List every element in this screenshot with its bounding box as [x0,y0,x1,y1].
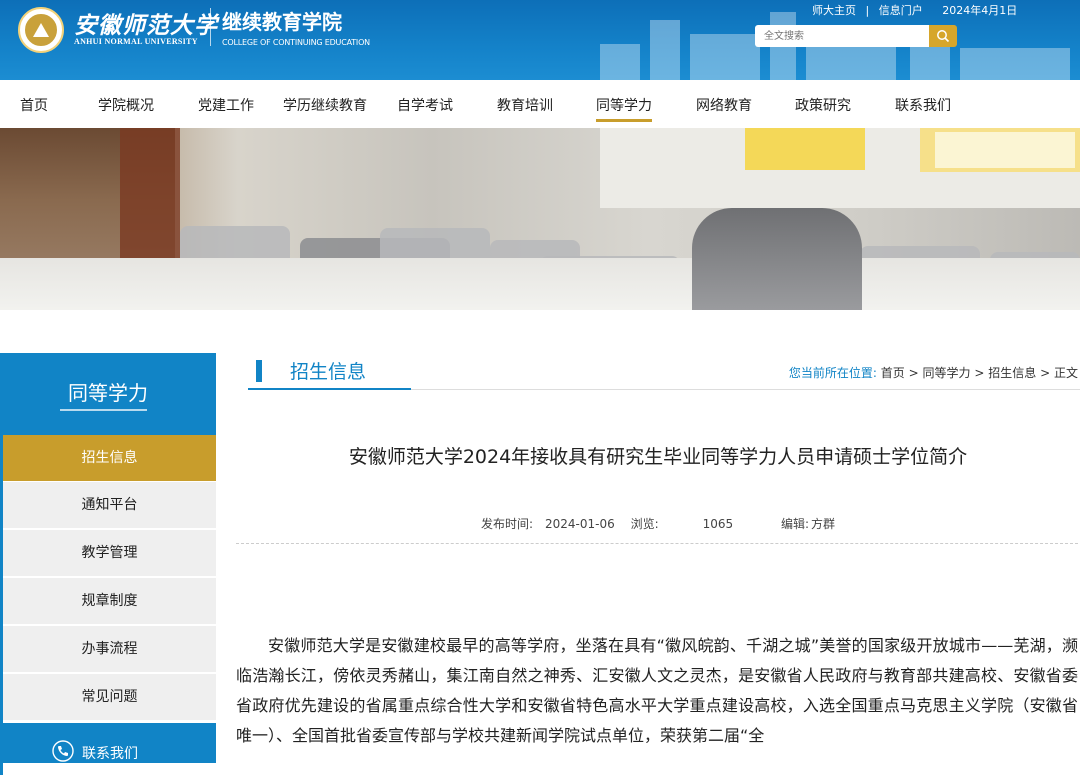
link-info-portal[interactable]: 信息门户 [879,4,923,17]
nav-training[interactable]: 教育培训 [497,95,553,115]
sidebar-item-regulations[interactable]: 规章制度 [3,578,216,625]
section-title: 招生信息 [290,361,367,383]
editor-label: 编辑: [780,517,810,531]
views-label: 浏览: [630,517,659,531]
sidebar-item-faq[interactable]: 常见问题 [3,674,216,721]
search-button[interactable] [929,25,957,47]
search-icon [937,30,950,43]
publish-date: 2024-01-06 [544,517,615,531]
site-header: 安徽师范大学 ANHUI NORMAL UNIVERSITY 继续教育学院 CO… [0,0,1080,80]
breadcrumb-current: 正文 [1053,366,1078,380]
sidebar-item-teaching[interactable]: 教学管理 [3,530,216,577]
breadcrumb-admission[interactable]: 招生信息 [988,366,1036,380]
section-underline [248,388,411,390]
nav-self-study[interactable]: 自学考试 [397,95,453,115]
college-name: 继续教育学院 [222,10,342,34]
search-input[interactable] [755,25,929,47]
nav-party[interactable]: 党建工作 [198,95,254,115]
header-date: 2024年4月1日 [942,4,1018,17]
article-paragraph: 安徽师范大学是安徽建校最早的高等学府，坐落在具有“徽风皖韵、千湖之城”美誉的国家… [236,636,1078,745]
sidebar-item-procedures[interactable]: 办事流程 [3,626,216,673]
meta-divider [236,543,1078,544]
article-title: 安徽师范大学2024年接收具有研究生毕业同等学力人员申请硕士学位简介 [348,446,968,468]
breadcrumb-sep: > [908,366,919,380]
breadcrumb-home[interactable]: 首页 [881,366,905,380]
breadcrumb-sep: > [974,366,985,380]
article-meta: 发布时间: 2024-01-06 浏览: 1065 编辑: 方群 [236,515,1080,532]
nav-degree-education[interactable]: 学历继续教育 [283,95,367,115]
sidebar-contact[interactable]: 联系我们 [0,723,216,763]
section-marker [256,360,262,382]
banner-image [0,128,1080,310]
sidebar-title: 同等学力 [68,381,148,405]
nav-home[interactable]: 首页 [20,95,48,115]
sidebar: 同等学力 招生信息 通知平台 教学管理 规章制度 办事流程 常见问题 联系我们 [0,353,216,775]
university-name-en: ANHUI NORMAL UNIVERSITY [74,37,198,46]
views-count: 1065 [702,517,734,531]
editor-name: 方群 [811,517,836,531]
nav-contact[interactable]: 联系我们 [895,95,951,115]
search-box [755,25,957,47]
nav-equivalent-degree[interactable]: 同等学力 [596,95,652,122]
sidebar-header: 同等学力 [0,353,216,435]
breadcrumb: 您当前所在位置: 首页 > 同等学力 > 招生信息 > 正文 [789,364,1078,381]
university-name[interactable]: 安徽师范大学 [74,6,218,40]
link-home-university[interactable]: 师大主页 [812,4,856,17]
nav-about[interactable]: 学院概况 [98,95,154,115]
main-nav: 首页 学院概况 党建工作 学历继续教育 自学考试 教育培训 同等学力 网络教育 … [0,80,1080,128]
publish-label: 发布时间: [480,517,533,531]
sidebar-item-notices[interactable]: 通知平台 [3,482,216,529]
top-links: 师大主页 | 信息门户 2024年4月1日 [812,2,1023,18]
breadcrumb-equivalent-degree[interactable]: 同等学力 [923,366,971,380]
logo-divider [210,8,211,46]
nav-policy[interactable]: 政策研究 [795,95,851,115]
nav-online-education[interactable]: 网络教育 [696,95,752,115]
college-name-en: COLLEGE OF CONTINUING EDUCATION [222,38,370,47]
breadcrumb-sep: > [1040,366,1051,380]
breadcrumb-lead: 您当前所在位置: [788,366,877,380]
article-body: 安徽师范大学是安徽建校最早的高等学府，坐落在具有“徽风皖韵、千湖之城”美誉的国家… [236,631,1078,751]
university-logo-icon[interactable] [18,7,64,53]
sidebar-contact-label[interactable]: 联系我们 [82,743,138,763]
sidebar-item-admission[interactable]: 招生信息 [3,435,216,482]
link-separator: | [865,4,870,17]
